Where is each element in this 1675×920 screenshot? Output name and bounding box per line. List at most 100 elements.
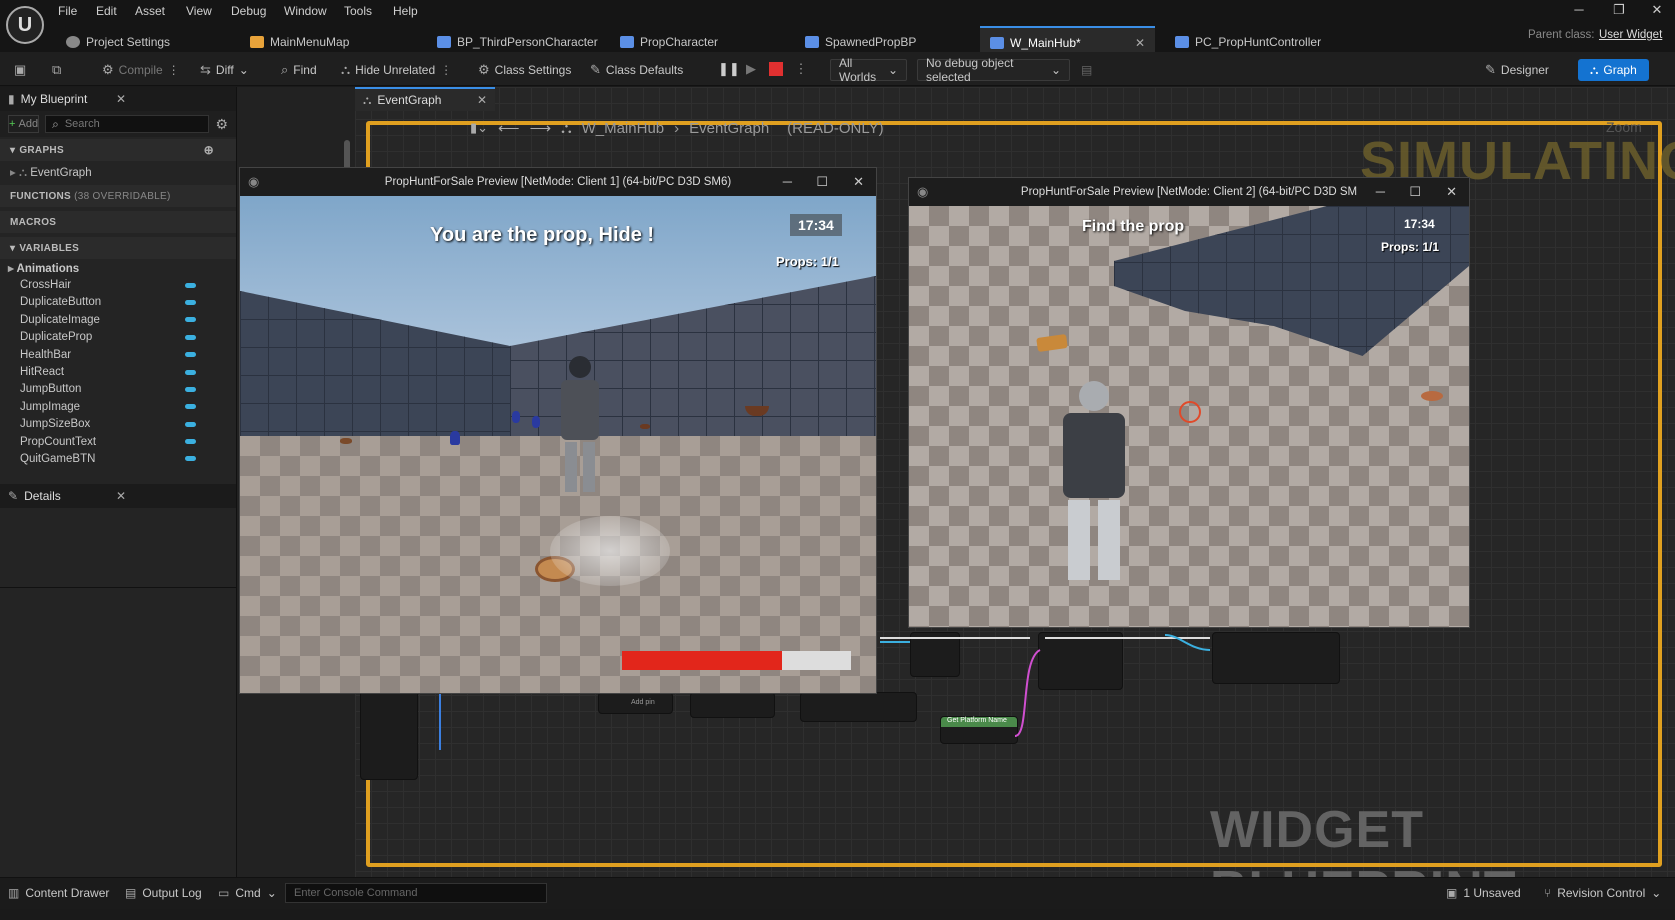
graph-node[interactable] (360, 690, 418, 780)
menu-edit[interactable]: Edit (96, 4, 117, 20)
pause-icon[interactable]: ❚❚ (718, 60, 740, 78)
designer-button[interactable]: ✎ Designer (1485, 59, 1549, 81)
unreal-logo-icon[interactable]: U (6, 6, 44, 44)
menu-window[interactable]: Window (284, 4, 327, 20)
client2-viewport[interactable]: Find the prop 17:34 Props: 1/1 (909, 206, 1469, 627)
menu-file[interactable]: File (58, 4, 77, 20)
graphs-header[interactable]: ▾ GRAPHS ⊕ (0, 139, 236, 161)
debug-object-dropdown[interactable]: No debug object selected ⌄ (917, 56, 1070, 84)
variable-row[interactable]: HitReact (0, 363, 236, 380)
forward-arrow-icon[interactable]: ⟶ (530, 119, 552, 137)
event-graph-item[interactable]: ▸ ⛬ EventGraph (0, 161, 236, 183)
search-icon: ⌕ (52, 116, 59, 131)
unsaved-icon: ▣ (1446, 886, 1458, 900)
debug-browse-icon[interactable]: ▤ (1081, 59, 1092, 81)
add-button[interactable]: + Add (8, 115, 40, 133)
unsaved-button[interactable]: ▣ 1 Unsaved (1446, 886, 1521, 900)
add-graph-icon[interactable]: ⊕ (204, 143, 214, 157)
panel-scrollbar[interactable] (344, 140, 350, 170)
search-input[interactable]: ⌕ Search (45, 115, 210, 133)
play-options-icon[interactable]: ⋮ (792, 60, 810, 78)
browse-icon[interactable]: ⧉ (52, 59, 61, 81)
designer-icon: ✎ (1485, 62, 1496, 77)
revision-control-icon: ⑂ (1544, 886, 1552, 900)
worlds-dropdown[interactable]: All Worlds ⌄ (830, 56, 907, 84)
close-icon[interactable]: ✕ (116, 489, 126, 503)
client1-viewport[interactable]: You are the prop, Hide ! 17:34 Props: 1/… (240, 196, 876, 693)
tab-label: SpawnedPropBP (825, 35, 917, 49)
step-icon[interactable]: ▶ (742, 60, 760, 78)
client1-preview-window[interactable]: ◉ PropHuntForSale Preview [NetMode: Clie… (239, 167, 877, 694)
breadcrumb-graph[interactable]: EventGraph (689, 120, 769, 137)
settings-gear-icon[interactable]: ⚙ (215, 116, 228, 133)
blueprint-icon: ▮ (8, 92, 15, 106)
menu-help[interactable]: Help (393, 4, 418, 20)
output-log-button[interactable]: ▤ Output Log (125, 886, 202, 900)
revision-control-button[interactable]: ⑂ Revision Control ⌄ (1544, 886, 1661, 900)
my-blueprint-tab[interactable]: ▮ My Blueprint ✕ (0, 87, 236, 111)
close-icon[interactable]: ✕ (116, 92, 126, 106)
content-drawer-icon: ▥ (8, 886, 20, 900)
breadcrumb-blueprint[interactable]: W_MainHub (582, 120, 665, 137)
parent-class-link[interactable]: User Widget (1599, 29, 1662, 41)
graph-button[interactable]: ⛬ Graph (1578, 59, 1649, 81)
restore-icon[interactable]: ❐ (1607, 2, 1631, 22)
cmd-dropdown[interactable]: ▭ Cmd ⌄ (218, 886, 277, 900)
level-icon (250, 36, 264, 48)
soldier-character (550, 356, 610, 496)
menu-view[interactable]: View (186, 4, 212, 20)
variable-row[interactable]: DuplicateButton (0, 294, 236, 311)
variable-row[interactable]: PropCountText (0, 433, 236, 450)
bookmark-icon[interactable]: ▮⌄ (470, 120, 488, 136)
maximize-icon[interactable]: ☐ (816, 174, 828, 190)
tab-label: MainMenuMap (270, 35, 350, 49)
graph-node[interactable] (690, 692, 775, 718)
find-button[interactable]: ⌕ Find (281, 59, 317, 81)
close-icon[interactable]: ✕ (1135, 36, 1145, 50)
prop-bowl (640, 424, 650, 429)
event-graph-tab[interactable]: ⛬ EventGraph ✕ (355, 87, 495, 111)
close-icon[interactable]: ✕ (1446, 184, 1457, 200)
client2-preview-window[interactable]: ◉ PropHuntForSale Preview [NetMode: Clie… (908, 177, 1470, 628)
compile-button[interactable]: ⚙ Compile ⋮ (102, 59, 180, 81)
variable-row[interactable]: HealthBar (0, 346, 236, 363)
graph-node[interactable]: Add pin (598, 692, 673, 714)
maximize-icon[interactable]: ☐ (1409, 184, 1421, 200)
save-icon[interactable]: ▣ (14, 59, 26, 81)
animations-category[interactable]: ▸ Animations (0, 259, 236, 276)
close-icon[interactable]: ✕ (477, 93, 487, 107)
content-drawer-button[interactable]: ▥ Content Drawer (8, 886, 109, 900)
hide-unrelated-icon: ⛬ (341, 62, 351, 77)
variable-row[interactable]: JumpSizeBox (0, 416, 236, 433)
menu-debug[interactable]: Debug (231, 4, 266, 20)
tab-label: PropCharacter (640, 35, 719, 49)
variable-row[interactable]: DuplicateImage (0, 311, 236, 328)
close-icon[interactable]: ✕ (853, 174, 864, 190)
variable-row[interactable]: QuitGameBTN (0, 450, 236, 467)
minimize-icon[interactable]: ─ (1567, 2, 1591, 22)
details-tab[interactable]: ✎ Details ✕ (0, 483, 236, 508)
variable-row[interactable]: JumpButton (0, 381, 236, 398)
menu-tools[interactable]: Tools (344, 4, 372, 20)
graph-icon: ⛬ (1590, 62, 1599, 77)
minimize-icon[interactable]: ─ (783, 174, 792, 189)
back-arrow-icon[interactable]: ⟵ (498, 119, 520, 137)
variable-row[interactable]: JumpImage (0, 398, 236, 415)
menu-asset[interactable]: Asset (135, 4, 165, 20)
character-icon (437, 36, 451, 48)
functions-header[interactable]: FUNCTIONS (38 OVERRIDABLE) (0, 185, 236, 207)
variable-row[interactable]: CrossHair (0, 276, 236, 293)
console-input[interactable]: Enter Console Command (285, 883, 547, 903)
stop-icon[interactable] (767, 60, 785, 78)
macros-header[interactable]: MACROS (0, 211, 236, 233)
blueprint-icon (805, 36, 819, 48)
close-window-icon[interactable]: ✕ (1645, 2, 1669, 22)
minimize-icon[interactable]: ─ (1376, 184, 1385, 199)
variables-header[interactable]: ▾ VARIABLES (0, 237, 236, 259)
terminal-icon: ▭ (218, 886, 230, 900)
variable-row[interactable]: DuplicateProp (0, 329, 236, 346)
diff-button[interactable]: ⇆ Diff ⌄ (200, 59, 249, 81)
class-defaults-button[interactable]: ✎ Class Defaults (590, 59, 683, 81)
hide-unrelated-button[interactable]: ⛬ Hide Unrelated ⋮ (341, 59, 452, 81)
class-settings-button[interactable]: ⚙ Class Settings (478, 59, 571, 81)
